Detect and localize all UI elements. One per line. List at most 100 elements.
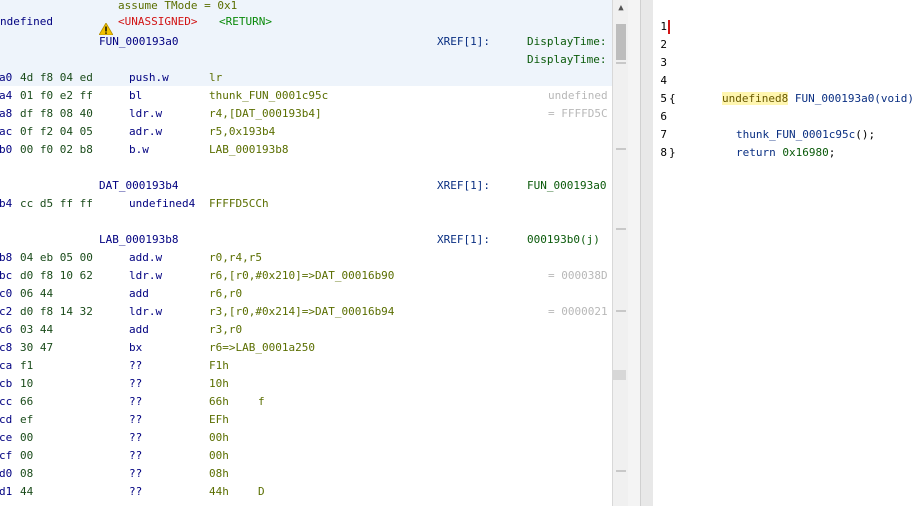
overview-gutter[interactable] [628, 0, 640, 506]
bytes: 66 [20, 395, 34, 408]
decompiler-view[interactable]: 1 2 undefined8 FUN_000193a0(void) 3 4 { … [653, 0, 917, 506]
instruction-row[interactable]: bc d0 f8 10 62 ldr.w r6,[r0,#0x210]=>DAT_00… [0, 267, 612, 285]
instruction-row[interactable]: cf 00?? 00h [0, 447, 612, 465]
mnemonic: b.w [129, 143, 149, 156]
operands: LAB_000193b8 [209, 143, 289, 156]
instruction-row[interactable]: c6 03 44 add r3,r0 [0, 321, 612, 339]
instruction-row[interactable]: ce 00?? 00h [0, 429, 612, 447]
instruction-row[interactable]: cd ef?? EFh [0, 411, 612, 429]
instruction-row[interactable]: c8 30 47 bx r6=>LAB_0001a250 [0, 339, 612, 357]
bytes: d0 f8 10 62 [20, 269, 93, 282]
mnemonic: ?? [129, 449, 143, 462]
instruction-row[interactable]: c2 d0 f8 14 32 ldr.w r3,[r0,#0x214]=>DAT_00… [0, 303, 612, 321]
decompiler-line[interactable]: 5 thunk_FUN_0001c95c(); [653, 72, 917, 141]
operands: thunk_FUN_0001c95c [209, 89, 329, 102]
bytes: 00 [20, 449, 34, 462]
listing-scrollbar[interactable]: ▲ [612, 0, 629, 506]
xref-value[interactable]: DisplayTime: [527, 33, 606, 51]
code-label[interactable]: LAB_000193b8 [99, 231, 178, 249]
mnemonic: ?? [129, 377, 143, 390]
pane-divider[interactable] [640, 0, 654, 506]
instruction-row[interactable]: c0 06 44 add r6,r0 [0, 285, 612, 303]
address: b0 [0, 143, 13, 156]
bytes: 10 [20, 377, 34, 390]
operands: r3,[r0,#0x214]=>DAT_00016b94 [209, 305, 395, 318]
address: a0 [0, 71, 13, 84]
data-row[interactable]: b4 cc d5 ff ff undefined4 FFFFD5CCh [0, 195, 612, 213]
bytes: 4d f8 04 ed [20, 71, 93, 84]
instruction-row[interactable]: a0 4d f8 04 ed push.w lr [0, 69, 612, 87]
return-type-label: ndefined [0, 15, 53, 28]
chevron-up-icon[interactable]: ▲ [616, 3, 626, 13]
instruction-row[interactable]: b0 00 f0 02 b8 b.w LAB_000193b8 [0, 141, 612, 159]
decompiler-line[interactable]: 6 return 0x16980; [653, 90, 917, 159]
scroll-marker [616, 62, 626, 64]
operands: 44h [209, 485, 229, 498]
mnemonic: ldr.w [129, 305, 163, 318]
address: ce [0, 431, 13, 444]
operands: r0,r4,r5 [209, 251, 262, 264]
function-name[interactable]: FUN_000193a0 [99, 33, 178, 51]
operands: r6=>LAB_0001a250 [209, 341, 315, 354]
mnemonic: ldr.w [129, 269, 163, 282]
address: ca [0, 359, 13, 372]
xref-value[interactable]: FUN_000193a0 [527, 177, 606, 195]
bytes: 0f f2 04 05 [20, 125, 93, 138]
mnemonic: ?? [129, 467, 143, 480]
instruction-row[interactable]: d1 44?? 44h D [0, 483, 612, 501]
mnemonic: adr.w [129, 125, 163, 138]
xref-label: XREF[1]: [437, 179, 490, 192]
bytes: ef [20, 413, 34, 426]
address: cd [0, 413, 13, 426]
xref-label: XREF[1]: [437, 233, 490, 246]
operands: 08h [209, 467, 229, 480]
bytes: 44 [20, 485, 34, 498]
address: b8 [0, 251, 13, 264]
comment: undefined [548, 89, 608, 102]
bytes: f1 [20, 359, 34, 372]
xref-value[interactable]: DisplayTime: [527, 51, 606, 69]
data-label[interactable]: DAT_000193b4 [99, 177, 178, 195]
instruction-row[interactable]: cb 10?? 10h [0, 375, 612, 393]
instruction-row[interactable]: d0 08?? 08h [0, 465, 612, 483]
address: a8 [0, 107, 13, 120]
mnemonic: ?? [129, 485, 143, 498]
instruction-row[interactable]: cc 66?? 66h f [0, 393, 612, 411]
line-number: 8 [660, 146, 667, 159]
instruction-row[interactable]: b8 04 eb 05 00 add.w r0,r4,r5 [0, 249, 612, 267]
operands: r6,r0 [209, 287, 243, 300]
instruction-row[interactable]: ca f1?? F1h [0, 357, 612, 375]
scroll-thumb[interactable] [616, 24, 626, 60]
mnemonic: add.w [129, 251, 163, 264]
operands: 00h [209, 449, 229, 462]
bytes: cc d5 ff ff [20, 197, 93, 210]
split-handle[interactable] [612, 370, 626, 380]
comment: = 0000021 [548, 305, 608, 318]
operands: F1h [209, 359, 229, 372]
bytes: df f8 08 40 [20, 107, 93, 120]
mnemonic: ldr.w [129, 107, 163, 120]
address: c2 [0, 305, 13, 318]
comment: = 000038D [548, 269, 608, 282]
instruction-row[interactable]: ac 0f f2 04 05 adr.w r5,0x193b4 [0, 123, 612, 141]
comment: = FFFFD5C [548, 107, 608, 120]
decompiler-line[interactable]: 7 } [653, 108, 917, 159]
decompiler-line[interactable]: 4 { [653, 54, 917, 105]
instruction-row[interactable]: a4 01 f0 e2 ff bl thunk_FUN_0001c95c undefin… [0, 87, 612, 105]
scroll-marker [616, 148, 626, 150]
address: c0 [0, 287, 13, 300]
xref-value[interactable]: 000193b0(j) [527, 231, 600, 249]
address: c8 [0, 341, 13, 354]
operands: EFh [209, 413, 229, 426]
listing-view[interactable]: assume TMode = 0x1 ndefined <UNASSIGNED>… [0, 0, 612, 506]
instruction-row[interactable]: a8 df f8 08 40 ldr.w r4,[DAT_000193b4] = FFF… [0, 105, 612, 123]
bytes: 00 [20, 431, 34, 444]
decompiler-line[interactable]: 2 undefined8 FUN_000193a0(void) [653, 18, 917, 105]
scroll-marker [616, 228, 626, 230]
mnemonic: push.w [129, 71, 169, 84]
return-value[interactable]: 0x16980 [782, 146, 828, 159]
address: ac [0, 125, 13, 138]
ascii-char: f [258, 395, 265, 408]
mnemonic: ?? [129, 359, 143, 372]
text-cursor [668, 20, 670, 34]
